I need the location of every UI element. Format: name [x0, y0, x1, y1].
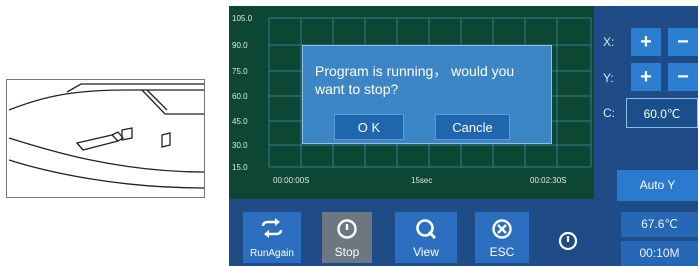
y-tick-label: 90.0: [232, 41, 248, 50]
power-standby-button[interactable]: [553, 212, 583, 263]
esc-label: ESC: [489, 245, 515, 259]
bottom-toolbar: RunAgain Stop View ESC: [229, 199, 594, 266]
y-tick-label: 60.0: [232, 92, 248, 101]
repeat-icon: [261, 218, 283, 238]
x-axis-mid-label: 15sec: [411, 176, 433, 185]
x-axis-control-label: X:: [603, 35, 615, 49]
y-axis-control-label: Y:: [603, 71, 614, 85]
y-tick-label: 75.0: [232, 67, 248, 76]
c-value-field[interactable]: 60.0℃: [626, 98, 698, 128]
temperature-readout: 67.6℃: [621, 212, 698, 237]
power-icon: [337, 219, 357, 239]
view-label: View: [413, 245, 439, 259]
view-button[interactable]: View: [395, 212, 457, 263]
cancel-button[interactable]: Cancle: [435, 114, 510, 140]
zoom-icon: [416, 219, 436, 239]
x-axis-end-label: 00:02:30S: [530, 176, 567, 185]
y-tick-label: 30.0: [232, 141, 248, 150]
time-readout: 00:10M: [621, 241, 698, 266]
dialog-message: Program is running， would you want to st…: [315, 63, 515, 97]
y-tick-label: 105.0: [232, 14, 253, 23]
stop-confirm-dialog: Program is running， would you want to st…: [302, 45, 552, 144]
run-again-label: RunAgain: [250, 248, 294, 259]
x-minus-button[interactable]: −: [668, 28, 698, 56]
device-screen: 105.0 90.0 75.0 60.0 45.0 30.0 15.0 00:0…: [229, 6, 698, 266]
y-tick-label: 15.0: [232, 163, 248, 172]
stop-button[interactable]: Stop: [322, 212, 372, 263]
temperature-chart: 105.0 90.0 75.0 60.0 45.0 30.0 15.0 00:0…: [229, 6, 594, 199]
close-circle-icon: [492, 219, 512, 239]
x-plus-button[interactable]: +: [631, 28, 661, 56]
y-tick-label: 45.0: [232, 117, 248, 126]
esc-button[interactable]: ESC: [475, 212, 529, 263]
y-minus-button[interactable]: −: [668, 63, 698, 91]
power-icon: [558, 231, 578, 251]
stop-label: Stop: [334, 245, 360, 259]
run-again-button[interactable]: RunAgain: [243, 212, 301, 263]
c-control-label: C:: [603, 106, 615, 120]
usb-insert-illustration: [6, 79, 207, 198]
right-control-panel: X: + − Y: + − C: 60.0℃ Auto Y 67.6℃ 00:1…: [594, 6, 698, 266]
usb-device-drawing: [8, 83, 207, 189]
y-plus-button[interactable]: +: [631, 63, 661, 91]
x-axis-start-label: 00:00:00S: [273, 176, 310, 185]
ok-button[interactable]: O K: [334, 114, 404, 140]
auto-y-button[interactable]: Auto Y: [617, 170, 698, 201]
